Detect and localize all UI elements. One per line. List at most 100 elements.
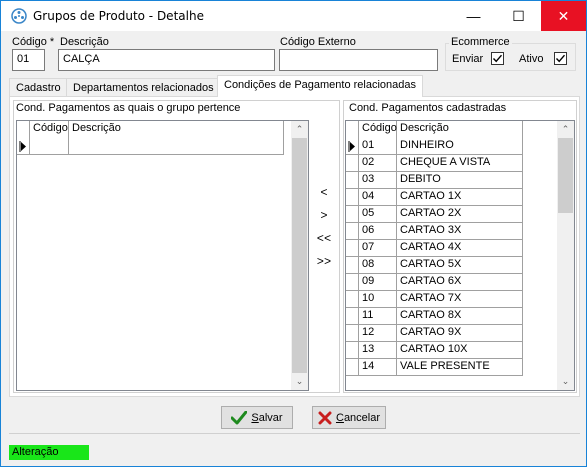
current-row-arrow-icon	[348, 141, 355, 152]
save-button[interactable]: Salvar	[221, 406, 293, 429]
right-cell-codigo[interactable]: 08	[359, 257, 397, 274]
cancel-x-icon	[318, 411, 332, 424]
status-badge: Alteração	[9, 445, 89, 460]
move-all-right-button[interactable]: >>	[312, 255, 336, 269]
right-grid-row[interactable]: 03 DEBITO	[346, 172, 523, 189]
right-cell-descricao[interactable]: DINHEIRO	[397, 138, 523, 155]
right-grid-row[interactable]: 01 DINHEIRO	[346, 138, 523, 155]
left-cell-codigo[interactable]	[30, 138, 69, 155]
enviar-checkbox[interactable]	[491, 52, 504, 65]
cancel-button[interactable]: Cancelar	[312, 406, 386, 429]
right-grid-row[interactable]: 02 CHEQUE A VISTA	[346, 155, 523, 172]
left-cell-descricao[interactable]	[69, 138, 284, 155]
tab-departamentos[interactable]: Departamentos relacionados	[66, 78, 221, 97]
tab-cadastro[interactable]: Cadastro	[9, 78, 68, 97]
right-cell-codigo[interactable]: 04	[359, 189, 397, 206]
app-icon	[11, 8, 27, 24]
right-cell-descricao[interactable]: CARTAO 5X	[397, 257, 523, 274]
right-grid-row[interactable]: 06 CARTAO 3X	[346, 223, 523, 240]
scroll-thumb[interactable]	[292, 138, 307, 373]
right-cell-descricao[interactable]: CARTAO 8X	[397, 308, 523, 325]
right-grid-row[interactable]: 08 CARTAO 5X	[346, 257, 523, 274]
right-cell-descricao[interactable]: VALE PRESENTE	[397, 359, 523, 376]
scroll-down-icon[interactable]: ⌄	[557, 373, 574, 390]
window-title: Grupos de Produto - Detalhe	[33, 9, 204, 23]
right-cell-descricao[interactable]: CARTAO 7X	[397, 291, 523, 308]
right-cell-codigo[interactable]: 10	[359, 291, 397, 308]
codigo-externo-field[interactable]	[279, 49, 438, 71]
right-cell-codigo[interactable]: 01	[359, 138, 397, 155]
maximize-button[interactable]: ☐	[496, 1, 541, 31]
close-button[interactable]: ✕	[541, 1, 586, 31]
right-header-indicator	[346, 121, 359, 138]
right-grid[interactable]: Código Descrição 01 DINHEIRO 02 CHEQUE A VI…	[345, 120, 575, 391]
right-cell-descricao[interactable]: CARTAO 3X	[397, 223, 523, 240]
left-grid[interactable]: Código Descrição ⌃ ⌄	[16, 120, 309, 391]
right-grid-header: Código Descrição	[346, 121, 523, 138]
left-col-descricao[interactable]: Descrição	[69, 121, 284, 138]
right-grid-row[interactable]: 12 CARTAO 9X	[346, 325, 523, 342]
right-cell-codigo[interactable]: 14	[359, 359, 397, 376]
move-one-left-button[interactable]: <	[312, 186, 336, 200]
right-cell-descricao[interactable]: CHEQUE A VISTA	[397, 155, 523, 172]
check-icon	[492, 54, 503, 63]
right-cell-codigo[interactable]: 13	[359, 342, 397, 359]
row-indicator	[346, 274, 359, 291]
right-grid-row[interactable]: 10 CARTAO 7X	[346, 291, 523, 308]
check-icon	[555, 54, 566, 63]
right-cell-descricao[interactable]: CARTAO 2X	[397, 206, 523, 223]
move-one-right-button[interactable]: >	[312, 209, 336, 223]
scroll-thumb[interactable]	[558, 138, 573, 213]
left-col-codigo[interactable]: Código	[30, 121, 69, 138]
minimize-button[interactable]: —	[451, 1, 496, 31]
right-grid-scrollbar[interactable]: ⌃ ⌄	[557, 121, 574, 390]
right-col-descricao[interactable]: Descrição	[397, 121, 523, 138]
codigo-field[interactable]: 01	[12, 49, 45, 71]
right-cell-codigo[interactable]: 03	[359, 172, 397, 189]
right-grid-row[interactable]: 11 CARTAO 8X	[346, 308, 523, 325]
scroll-down-icon[interactable]: ⌄	[291, 373, 308, 390]
right-cell-descricao[interactable]: DEBITO	[397, 172, 523, 189]
row-indicator	[17, 138, 30, 155]
left-grid-scrollbar[interactable]: ⌃ ⌄	[291, 121, 308, 390]
ativo-checkbox[interactable]	[554, 52, 567, 65]
left-header-indicator	[17, 121, 30, 138]
detail-window: Grupos de Produto - Detalhe — ☐ ✕ Código…	[0, 0, 587, 467]
right-grid-row[interactable]: 14 VALE PRESENTE	[346, 359, 523, 376]
right-grid-row[interactable]: 05 CARTAO 2X	[346, 206, 523, 223]
right-cell-descricao[interactable]: CARTAO 1X	[397, 189, 523, 206]
status-bar: Alteração	[1, 439, 586, 466]
ecommerce-label: Ecommerce	[449, 36, 512, 48]
right-cell-codigo[interactable]: 07	[359, 240, 397, 257]
right-cell-descricao[interactable]: CARTAO 10X	[397, 342, 523, 359]
cancel-button-label: Cancelar	[335, 411, 381, 424]
right-cell-codigo[interactable]: 11	[359, 308, 397, 325]
ativo-label: Ativo	[519, 53, 544, 65]
right-cell-codigo[interactable]: 12	[359, 325, 397, 342]
right-col-codigo[interactable]: Código	[359, 121, 397, 138]
right-cell-codigo[interactable]: 09	[359, 274, 397, 291]
right-grid-row[interactable]: 13 CARTAO 10X	[346, 342, 523, 359]
row-indicator	[346, 172, 359, 189]
right-grid-row[interactable]: 04 CARTAO 1X	[346, 189, 523, 206]
right-cell-codigo[interactable]: 02	[359, 155, 397, 172]
row-indicator	[346, 189, 359, 206]
title-bar: Grupos de Produto - Detalhe — ☐ ✕	[1, 1, 586, 31]
descricao-field[interactable]: CALÇA	[58, 49, 275, 71]
tab-condicoes-pagamento[interactable]: Condições de Pagamento relacionadas	[217, 75, 424, 97]
right-cell-codigo[interactable]: 05	[359, 206, 397, 223]
current-row-arrow-icon	[19, 141, 26, 152]
scroll-up-icon[interactable]: ⌃	[291, 121, 308, 138]
codigo-label: Código *	[12, 36, 55, 48]
tab-panel: Cond. Pagamentos as quais o grupo perten…	[9, 96, 580, 397]
right-grid-row[interactable]: 07 CARTAO 4X	[346, 240, 523, 257]
move-all-left-button[interactable]: <<	[312, 232, 336, 246]
right-grid-row[interactable]: 09 CARTAO 6X	[346, 274, 523, 291]
row-indicator	[346, 342, 359, 359]
scroll-up-icon[interactable]: ⌃	[557, 121, 574, 138]
left-grid-row[interactable]	[17, 138, 284, 155]
right-cell-descricao[interactable]: CARTAO 4X	[397, 240, 523, 257]
right-cell-codigo[interactable]: 06	[359, 223, 397, 240]
right-cell-descricao[interactable]: CARTAO 9X	[397, 325, 523, 342]
right-cell-descricao[interactable]: CARTAO 6X	[397, 274, 523, 291]
